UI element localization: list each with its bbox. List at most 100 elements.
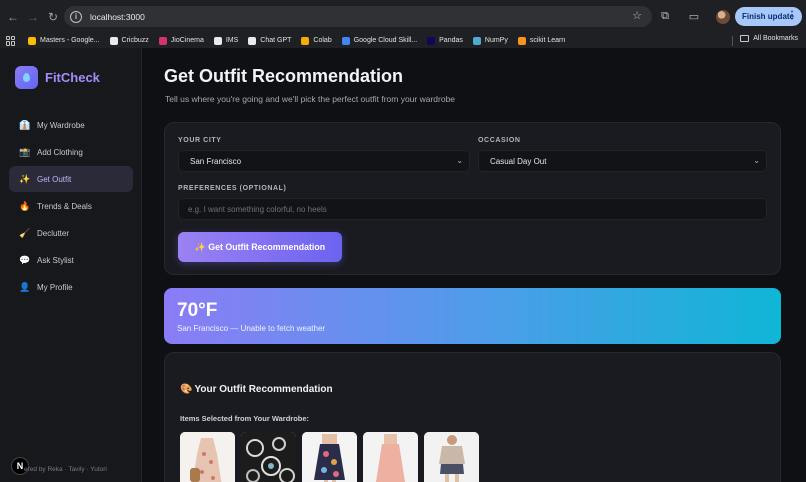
sidebar-item-label: Add Clothing xyxy=(37,147,83,157)
sidebar-item-label: Trends & Deals xyxy=(37,201,92,211)
address-bar[interactable]: i localhost:3000 ☆ xyxy=(64,6,652,27)
extensions-icon[interactable]: ⧉ xyxy=(658,9,672,23)
bookmark-favicon-icon xyxy=(427,36,436,45)
sidebar-item-declutter[interactable]: 🧹 Declutter xyxy=(9,220,133,246)
bookmark-label: Masters - Google... xyxy=(40,37,100,44)
bookmark-favicon-icon xyxy=(109,36,118,45)
bookmark-favicon-icon xyxy=(301,36,310,45)
all-bookmarks-label: All Bookmarks xyxy=(753,35,798,42)
page-subtitle: Tell us where you're going and we'll pic… xyxy=(165,94,456,104)
nav-icon: 📸 xyxy=(19,146,31,157)
sidebar-item-label: My Wardrobe xyxy=(37,120,85,130)
bookmark-item[interactable]: Pandas xyxy=(427,36,463,45)
nav-icon: 💬 xyxy=(19,254,31,265)
brand[interactable]: FitCheck xyxy=(15,66,100,89)
reload-icon[interactable]: ↻ xyxy=(44,8,62,26)
bookmark-item[interactable]: Masters - Google... xyxy=(28,36,100,45)
item-floral-mini-dress[interactable] xyxy=(302,432,357,482)
bookmark-label: Google Cloud Skill... xyxy=(353,37,418,44)
bookmark-favicon-icon xyxy=(517,36,526,45)
wardrobe-items xyxy=(180,432,485,482)
bookmark-item[interactable]: Google Cloud Skill... xyxy=(341,36,418,45)
bookmark-favicon-icon xyxy=(248,36,257,45)
menu-dots-icon[interactable]: ⋮ xyxy=(787,10,797,21)
sidebar-item-label: Get Outfit xyxy=(37,174,72,184)
nav-icon: 👔 xyxy=(19,119,31,130)
occasion-select[interactable]: Casual Day Out ⌄ xyxy=(478,150,767,172)
bookmark-favicon-icon xyxy=(158,36,167,45)
recommendation-card: 🎨 Your Outfit Recommendation Items Selec… xyxy=(164,352,781,482)
back-icon[interactable]: ← xyxy=(4,8,22,26)
bookmark-item[interactable]: IMS xyxy=(213,36,239,45)
main-content: Get Outfit Recommendation Tell us where … xyxy=(142,48,806,482)
temperature: 70°F xyxy=(177,300,218,321)
bookmark-label: IMS xyxy=(225,37,239,44)
bookmark-star-icon[interactable]: ☆ xyxy=(632,9,642,22)
palette-icon: 🎨 xyxy=(180,384,193,395)
city-value: San Francisco xyxy=(190,156,242,166)
item-top-and-shorts[interactable] xyxy=(424,432,479,482)
bookmark-label: scikit Learn xyxy=(529,37,566,44)
all-bookmarks[interactable]: All Bookmarks xyxy=(740,35,798,42)
item-floral-dress[interactable] xyxy=(180,432,235,482)
nav-icon: 👤 xyxy=(19,281,31,292)
item-pink-dress[interactable] xyxy=(363,432,418,482)
sidebar-item-my-wardrobe[interactable]: 👔 My Wardrobe xyxy=(9,112,133,138)
bookmark-item[interactable]: Chat GPT xyxy=(248,36,292,45)
sidebar-item-ask-stylist[interactable]: 💬 Ask Stylist xyxy=(9,247,133,273)
occasion-label: OCCASION xyxy=(478,137,521,144)
sidepanel-icon[interactable]: ▭ xyxy=(687,9,701,23)
weather-banner: 70°F San Francisco — Unable to fetch wea… xyxy=(164,288,781,344)
apps-grid-icon[interactable] xyxy=(6,35,16,46)
preferences-label: PREFERENCES (OPTIONAL) xyxy=(178,185,287,192)
bookmark-item[interactable]: NumPy xyxy=(472,36,508,45)
sidebar-item-my-profile[interactable]: 👤 My Profile xyxy=(9,274,133,300)
browser-toolbar: ← → ↻ i localhost:3000 ☆ ⧉ ▭ Finish upda… xyxy=(0,0,806,33)
item-jewelry[interactable] xyxy=(241,432,296,482)
get-outfit-button[interactable]: ✨ Get Outfit Recommendation xyxy=(178,232,342,262)
bookmark-favicon-icon xyxy=(213,36,222,45)
bookmark-label: Colab xyxy=(313,37,332,44)
profile-avatar[interactable] xyxy=(716,10,730,24)
city-label: YOUR CITY xyxy=(178,137,222,144)
bookmarks-bar: Masters - Google... Cricbuzz JioCinema IMS C… xyxy=(0,33,806,48)
logo-icon xyxy=(15,66,38,89)
nav-icon: ✨ xyxy=(19,173,31,184)
forward-icon[interactable]: → xyxy=(24,8,42,26)
sidebar-item-add-clothing[interactable]: 📸 Add Clothing xyxy=(9,139,133,165)
page-title: Get Outfit Recommendation xyxy=(164,66,404,86)
chevron-down-icon: ⌄ xyxy=(456,156,463,165)
sidebar-nav: 👔 My Wardrobe 📸 Add Clothing ✨ Get Outfit 🔥 Tre… xyxy=(9,112,133,301)
bookmark-label: Chat GPT xyxy=(260,37,292,44)
bookmark-label: JioCinema xyxy=(170,37,204,44)
bookmark-item[interactable]: JioCinema xyxy=(158,36,204,45)
sidebar-footer: ered by Reka · Tavily · Yutori xyxy=(24,466,107,473)
bookmark-item[interactable]: scikit Learn xyxy=(517,36,566,45)
bookmark-favicon-icon xyxy=(341,36,350,45)
sidebar-item-label: My Profile xyxy=(37,282,73,292)
site-info-icon[interactable]: i xyxy=(70,10,82,23)
chevron-down-icon: ⌄ xyxy=(753,156,760,165)
preferences-input[interactable] xyxy=(178,198,767,220)
recommendation-title-row: 🎨 Your Outfit Recommendation xyxy=(180,384,333,395)
sidebar-item-trends-deals[interactable]: 🔥 Trends & Deals xyxy=(9,193,133,219)
finish-update-button[interactable]: Finish update ⋮ xyxy=(735,7,802,26)
city-select[interactable]: San Francisco ⌄ xyxy=(178,150,470,172)
sidebar: FitCheck 👔 My Wardrobe 📸 Add Clothing ✨ Get O… xyxy=(0,48,142,482)
bookmark-item[interactable]: Colab xyxy=(301,36,332,45)
recommendation-title: Your Outfit Recommendation xyxy=(194,384,333,395)
divider xyxy=(732,36,733,46)
weather-description: San Francisco — Unable to fetch weather xyxy=(177,324,326,333)
bookmark-favicon-icon xyxy=(472,36,481,45)
brand-name: FitCheck xyxy=(45,70,100,85)
sidebar-item-label: Declutter xyxy=(37,228,70,238)
bookmark-label: Cricbuzz xyxy=(121,37,149,44)
bookmark-favicon-icon xyxy=(28,36,36,45)
folder-icon xyxy=(740,35,750,42)
bookmark-item[interactable]: Cricbuzz xyxy=(109,36,149,45)
bookmark-label: Pandas xyxy=(439,37,463,44)
nav-icon: 🔥 xyxy=(19,200,31,211)
nav-icon: 🧹 xyxy=(19,227,31,238)
sidebar-item-get-outfit[interactable]: ✨ Get Outfit xyxy=(9,166,133,192)
occasion-value: Casual Day Out xyxy=(490,156,547,166)
